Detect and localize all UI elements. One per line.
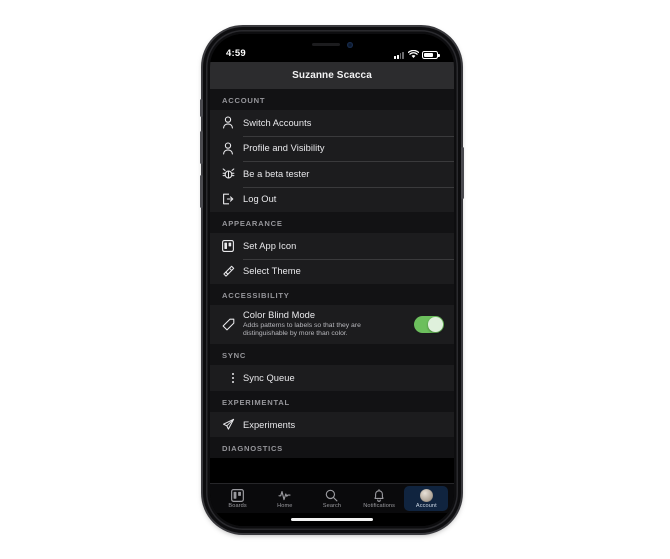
section-header-sync: SYNC: [210, 344, 454, 366]
rocket-icon: [222, 418, 243, 431]
label-tag-icon: [222, 318, 243, 331]
phone-device-frame: 4:59 Suzanne Scacca ACCOUNT Switch Accou…: [200, 27, 464, 533]
wifi-icon: [407, 50, 419, 59]
battery-icon: [422, 51, 440, 59]
settings-row-label: Experiments: [243, 419, 296, 430]
settings-row-label: Be a beta tester: [243, 168, 310, 179]
settings-row-set-app-icon[interactable]: Set App Icon: [210, 233, 454, 259]
board-icon: [231, 488, 245, 502]
tab-account[interactable]: Account: [404, 485, 449, 512]
settings-row-color-blind-mode[interactable]: Color Blind Mode Adds patterns to labels…: [210, 305, 454, 345]
volume-down-button[interactable]: [200, 175, 203, 208]
volume-up-button[interactable]: [200, 131, 203, 164]
tab-label: Home: [277, 503, 293, 510]
front-camera-icon: [346, 41, 353, 48]
section-header-diagnostics: DIAGNOSTICS: [210, 437, 454, 459]
settings-list[interactable]: ACCOUNT Switch Accounts Profile and Visi…: [210, 89, 454, 483]
status-bar-clock: 4:59: [226, 48, 246, 59]
status-bar-indicators: [394, 50, 440, 59]
bug-icon: [222, 168, 243, 180]
settings-row-switch-accounts[interactable]: Switch Accounts: [210, 110, 454, 136]
search-icon: [325, 489, 338, 502]
bell-icon: [373, 488, 385, 502]
screenshot-canvas: 4:59 Suzanne Scacca ACCOUNT Switch Accou…: [0, 0, 670, 559]
person-icon: [222, 116, 243, 129]
color-blind-mode-text: Color Blind Mode Adds patterns to labels…: [243, 310, 414, 339]
tab-search[interactable]: Search: [310, 486, 354, 512]
settings-row-label: Switch Accounts: [243, 117, 312, 128]
section-header-appearance: APPEARANCE: [210, 212, 454, 233]
paintbrush-icon: [222, 265, 243, 278]
home-indicator[interactable]: [291, 517, 373, 522]
home-indicator-area: [210, 513, 454, 526]
settings-row-be-a-beta-tester[interactable]: Be a beta tester: [210, 161, 454, 187]
settings-row-experiments[interactable]: Experiments: [210, 411, 454, 438]
section-header-experimental: EXPERIMENTAL: [210, 390, 454, 412]
avatar-icon: [419, 488, 433, 502]
color-blind-mode-toggle[interactable]: [414, 315, 444, 334]
section-header-accessibility: ACCESSIBILITY: [210, 284, 454, 305]
device-notch: [280, 34, 384, 55]
settings-row-log-out[interactable]: Log Out: [210, 186, 454, 212]
section-header-account: ACCOUNT: [210, 89, 454, 110]
cellular-signal-icon: [394, 51, 404, 59]
board-icon: [222, 239, 243, 252]
settings-row-label: Set App Icon: [243, 240, 297, 251]
phone-screen: 4:59 Suzanne Scacca ACCOUNT Switch Accou…: [210, 34, 454, 526]
person-icon: [222, 142, 243, 155]
earpiece-speaker-icon: [311, 43, 340, 46]
power-button[interactable]: [461, 147, 464, 199]
toggle-knob: [428, 317, 443, 332]
settings-row-select-theme[interactable]: Select Theme: [210, 258, 454, 284]
logout-icon: [222, 193, 243, 205]
settings-row-sublabel: Adds patterns to labels so that they are…: [243, 321, 361, 338]
page-title: Suzanne Scacca: [292, 70, 372, 81]
settings-row-profile-and-visibility[interactable]: Profile and Visibility: [210, 135, 454, 161]
settings-row-label: Color Blind Mode: [243, 310, 316, 320]
status-bar: 4:59: [210, 34, 454, 62]
activity-pulse-icon: [278, 489, 292, 502]
settings-row-sync-queue[interactable]: Sync Queue: [210, 365, 454, 391]
tab-label: Search: [322, 503, 342, 510]
settings-row-label: Sync Queue: [243, 373, 295, 384]
settings-row-label: Log Out: [243, 194, 277, 205]
vertical-dots-icon: [222, 373, 243, 384]
bottom-tab-bar: Boards Home Search Notifications Account: [210, 483, 454, 513]
settings-row-label: Select Theme: [243, 266, 301, 277]
tab-label: Account: [415, 503, 437, 510]
tab-notifications[interactable]: Notifications: [357, 486, 401, 512]
tab-home[interactable]: Home: [263, 486, 307, 512]
mute-switch-button[interactable]: [200, 99, 203, 117]
tab-boards[interactable]: Boards: [216, 486, 260, 512]
navigation-bar: Suzanne Scacca: [210, 62, 454, 89]
settings-row-label: Profile and Visibility: [243, 143, 325, 154]
tab-label: Notifications: [363, 503, 396, 510]
tab-label: Boards: [228, 503, 247, 510]
